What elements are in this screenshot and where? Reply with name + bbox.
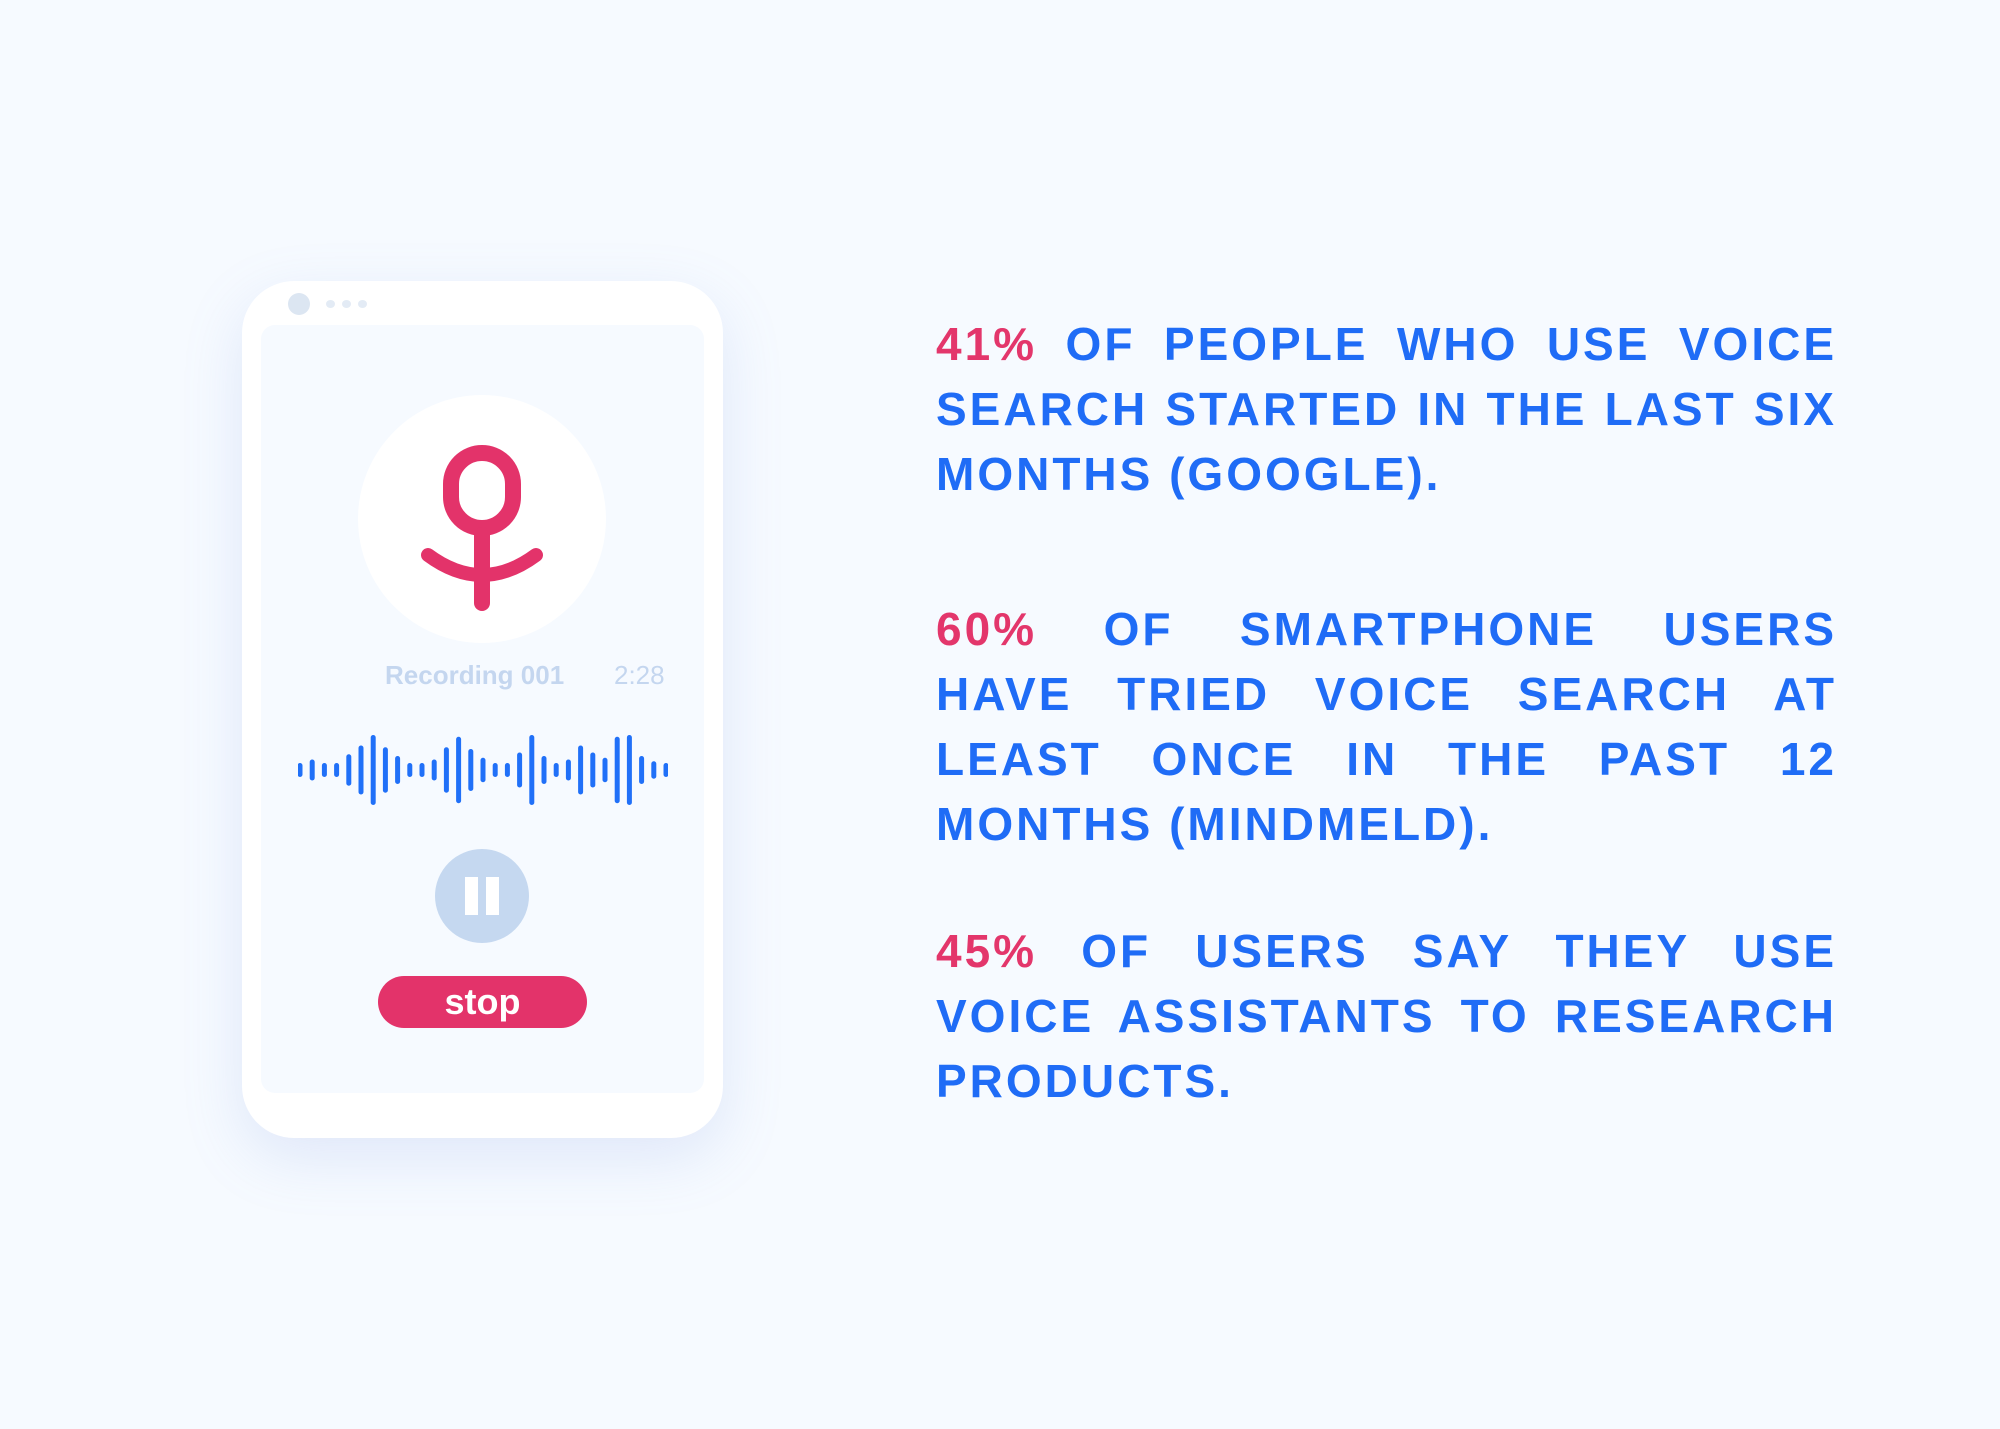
stat-line: SEARCH STARTED IN THE LAST SIX	[936, 383, 1837, 435]
wave-bar	[578, 745, 584, 795]
wave-bar	[456, 736, 462, 804]
wave-bar	[504, 763, 510, 777]
stat-block: 41% OF PEOPLE WHO USE VOICE SEARCH START…	[936, 312, 1837, 507]
wave-bar	[321, 763, 327, 777]
wave-bar	[602, 757, 608, 783]
wave-bar	[468, 749, 474, 791]
pause-icon	[465, 877, 478, 915]
pause-button[interactable]	[435, 849, 529, 943]
stat-line: 60% OF SMARTPHONE USERS	[936, 597, 1837, 662]
stat-line: LEAST ONCE IN THE PAST 12	[936, 733, 1837, 785]
recording-time: 2:28	[614, 660, 665, 690]
camera-icon	[288, 293, 310, 315]
recording-name: Recording 001	[385, 660, 565, 690]
wave-bar	[382, 747, 388, 793]
stat-text: OF SMARTPHONE USERS	[1103, 603, 1838, 655]
stat-percent: 60%	[936, 603, 1038, 655]
stat-block: 60% OF SMARTPHONE USERS HAVE TRIED VOICE…	[936, 597, 1837, 857]
indicator-dot	[326, 300, 335, 308]
indicator-dot	[358, 300, 367, 308]
stat-percent: 41%	[936, 318, 1038, 370]
stat-text: OF PEOPLE WHO USE VOICE	[1065, 318, 1838, 370]
wave-bar	[346, 754, 352, 786]
wave-bar	[639, 756, 645, 784]
stat-text: OF USERS SAY THEY USE	[1081, 925, 1838, 977]
pause-icon	[486, 877, 499, 915]
wave-bar	[492, 763, 498, 777]
stop-button[interactable]: stop	[378, 976, 587, 1028]
waveform	[298, 735, 668, 805]
microphone-icon	[421, 445, 543, 611]
stat-line: VOICE ASSISTANTS TO RESEARCH	[936, 990, 1837, 1042]
wave-bar	[309, 759, 315, 781]
wave-bar	[395, 756, 401, 784]
wave-bar	[358, 745, 364, 795]
wave-bar	[443, 747, 449, 793]
wave-bar	[651, 761, 657, 779]
wave-bar	[529, 735, 535, 805]
stat-block: 45% OF USERS SAY THEY USE VOICE ASSISTAN…	[936, 919, 1837, 1114]
stat-line: 41% OF PEOPLE WHO USE VOICE	[936, 312, 1837, 377]
wave-bar	[431, 759, 437, 781]
wave-bar	[517, 752, 523, 788]
stat-line: MONTHS (GOOGLE).	[936, 448, 1442, 500]
indicator-dot	[342, 300, 351, 308]
wave-bar	[298, 763, 303, 777]
stat-line: HAVE TRIED VOICE SEARCH AT	[936, 668, 1837, 720]
wave-bar	[370, 735, 376, 805]
wave-bar	[614, 736, 620, 804]
stat-percent: 45%	[936, 925, 1038, 977]
stat-line: 45% OF USERS SAY THEY USE	[936, 919, 1837, 984]
stat-line: PRODUCTS.	[936, 1055, 1234, 1107]
wave-bar	[419, 763, 425, 777]
wave-bar	[553, 763, 559, 777]
wave-bar	[590, 752, 596, 788]
wave-bar	[541, 756, 547, 784]
wave-bar	[334, 763, 340, 777]
wave-bar	[626, 735, 632, 805]
wave-bar	[663, 763, 668, 777]
wave-bar	[480, 757, 486, 783]
wave-bar	[565, 759, 571, 781]
wave-bar	[407, 763, 413, 777]
stat-line: MONTHS (MINDMELD).	[936, 798, 1494, 850]
